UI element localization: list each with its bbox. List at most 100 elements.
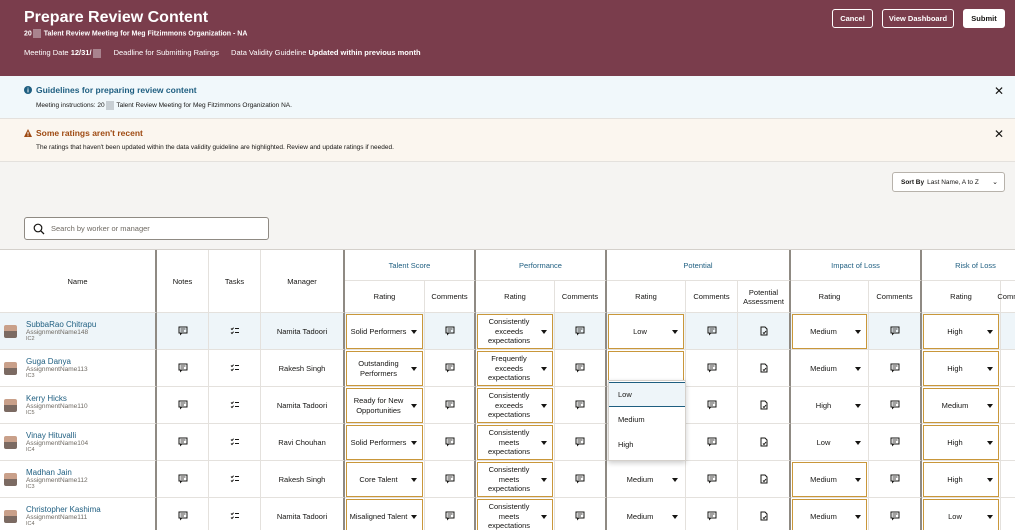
comments-icon[interactable]	[425, 498, 476, 530]
performance-rating-select[interactable]: Frequently exceeds expectations	[477, 351, 553, 386]
impact-of-loss-rating-select[interactable]: Medium	[792, 314, 867, 349]
comments-icon[interactable]	[1001, 424, 1015, 461]
potential-rating-select[interactable]: Low	[608, 314, 684, 349]
impact-of-loss-rating-select[interactable]: Medium	[792, 499, 867, 530]
comments-icon[interactable]	[686, 350, 738, 387]
potential-assessment-icon[interactable]	[738, 387, 791, 424]
comments-icon[interactable]	[1001, 498, 1015, 530]
comments-icon[interactable]	[555, 387, 607, 424]
comments-icon[interactable]	[686, 313, 738, 350]
performance-rating-select[interactable]: Consistently meets expectations	[477, 462, 553, 497]
notes-icon[interactable]	[157, 424, 209, 461]
potential-assessment-icon[interactable]	[738, 461, 791, 498]
talent-score-rating-select[interactable]: Core Talent	[346, 462, 423, 497]
comments-icon[interactable]	[869, 424, 922, 461]
performance-rating-select[interactable]: Consistently exceeds expectations	[477, 388, 553, 423]
manager-name: Namita Tadoori	[261, 313, 345, 350]
search-input[interactable]	[51, 221, 261, 236]
comments-icon[interactable]	[869, 461, 922, 498]
comments-icon[interactable]	[1001, 313, 1015, 350]
potential-option-medium[interactable]: Medium	[609, 407, 685, 432]
comments-icon[interactable]	[425, 461, 476, 498]
comments-icon[interactable]	[686, 461, 738, 498]
chevron-down-icon	[541, 366, 547, 371]
comments-icon[interactable]	[555, 424, 607, 461]
impact-of-loss-rating-select[interactable]: Medium	[792, 351, 867, 386]
tasks-icon[interactable]	[209, 387, 261, 424]
close-icon[interactable]: ✕	[994, 127, 1004, 141]
worker-name-link[interactable]: Christopher Kashima	[26, 505, 101, 514]
sort-select[interactable]: Sort By Last Name, A to Z ⌄	[892, 172, 1005, 192]
risk-of-loss-rating-select[interactable]: Low	[923, 499, 999, 530]
impact-of-loss-rating-select[interactable]: High	[792, 388, 867, 423]
comments-icon[interactable]	[1001, 387, 1015, 424]
potential-option-low[interactable]: Low	[609, 382, 685, 407]
comments-icon[interactable]	[425, 313, 476, 350]
impact-of-loss-rating-select[interactable]: Medium	[792, 462, 867, 497]
validity-label: Data Validity Guideline	[231, 48, 307, 57]
potential-rating-select[interactable]: Medium	[608, 499, 684, 530]
cancel-button[interactable]: Cancel	[832, 9, 873, 28]
risk-of-loss-rating-select[interactable]: High	[923, 425, 999, 460]
notes-icon[interactable]	[157, 387, 209, 424]
talent-score-rating-select[interactable]: Solid Performers	[346, 314, 423, 349]
comments-icon[interactable]	[425, 424, 476, 461]
subheader-pf-rating: Rating	[476, 281, 555, 313]
comments-icon[interactable]	[686, 387, 738, 424]
comments-icon[interactable]	[425, 387, 476, 424]
talent-score-rating-select[interactable]: Ready for New Opportunities	[346, 388, 423, 423]
worker-name-cell: Kerry Hicks AssignmentName110 IC5	[0, 387, 157, 424]
close-icon[interactable]: ✕	[994, 84, 1004, 98]
potential-assessment-icon[interactable]	[738, 350, 791, 387]
worker-name-link[interactable]: Kerry Hicks	[26, 394, 67, 403]
comments-icon[interactable]	[555, 313, 607, 350]
potential-assessment-icon[interactable]	[738, 313, 791, 350]
comments-icon[interactable]	[1001, 350, 1015, 387]
talent-score-rating-select[interactable]: Misaligned Talent	[346, 499, 423, 530]
potential-rating-select[interactable]: Medium	[608, 462, 684, 497]
notes-icon[interactable]	[157, 461, 209, 498]
comments-icon[interactable]	[555, 498, 607, 530]
submit-button[interactable]: Submit	[963, 9, 1005, 28]
worker-name-link[interactable]: Guga Danya	[26, 357, 71, 366]
potential-assessment-icon[interactable]	[738, 424, 791, 461]
notes-icon[interactable]	[157, 313, 209, 350]
comments-icon[interactable]	[686, 498, 738, 530]
performance-rating-select[interactable]: Consistently meets expectations	[477, 425, 553, 460]
potential-option-high[interactable]: High	[609, 432, 685, 457]
comments-icon[interactable]	[869, 313, 922, 350]
performance-rating-select[interactable]: Consistently meets expectations	[477, 499, 553, 530]
talent-score-rating-select[interactable]: Solid Performers	[346, 425, 423, 460]
notes-icon[interactable]	[157, 350, 209, 387]
search-icon	[33, 223, 45, 235]
worker-name-link[interactable]: Madhan Jain	[26, 468, 72, 477]
search-box[interactable]	[24, 217, 269, 240]
comments-icon[interactable]	[1001, 461, 1015, 498]
talent-score-rating-select[interactable]: Outstanding Performers	[346, 351, 423, 386]
tasks-icon[interactable]	[209, 498, 261, 530]
impact-of-loss-rating-select[interactable]: Low	[792, 425, 867, 460]
worker-name-link[interactable]: SubbaRao Chitrapu	[26, 320, 96, 329]
risk-of-loss-rating-select[interactable]: High	[923, 351, 999, 386]
tasks-icon[interactable]	[209, 461, 261, 498]
view-dashboard-button[interactable]: View Dashboard	[882, 9, 954, 28]
risk-of-loss-rating-select[interactable]: High	[923, 462, 999, 497]
comments-icon[interactable]	[869, 387, 922, 424]
risk-of-loss-rating-select[interactable]: Medium	[923, 388, 999, 423]
comments-icon[interactable]	[555, 461, 607, 498]
comments-icon[interactable]	[869, 498, 922, 530]
notes-icon[interactable]	[157, 498, 209, 530]
performance-rating-select[interactable]: Consistently exceeds expectations	[477, 314, 553, 349]
comments-icon[interactable]	[869, 350, 922, 387]
comments-icon[interactable]	[555, 350, 607, 387]
comments-icon[interactable]	[686, 424, 738, 461]
comments-icon[interactable]	[425, 350, 476, 387]
potential-assessment-icon[interactable]	[738, 498, 791, 530]
worker-name-cell: Vinay Hituvalli AssignmentName104 IC4	[0, 424, 157, 461]
performance-rating-value: Consistently meets expectations	[487, 502, 531, 530]
tasks-icon[interactable]	[209, 350, 261, 387]
risk-of-loss-rating-select[interactable]: High	[923, 314, 999, 349]
tasks-icon[interactable]	[209, 424, 261, 461]
tasks-icon[interactable]	[209, 313, 261, 350]
worker-name-link[interactable]: Vinay Hituvalli	[26, 431, 76, 440]
